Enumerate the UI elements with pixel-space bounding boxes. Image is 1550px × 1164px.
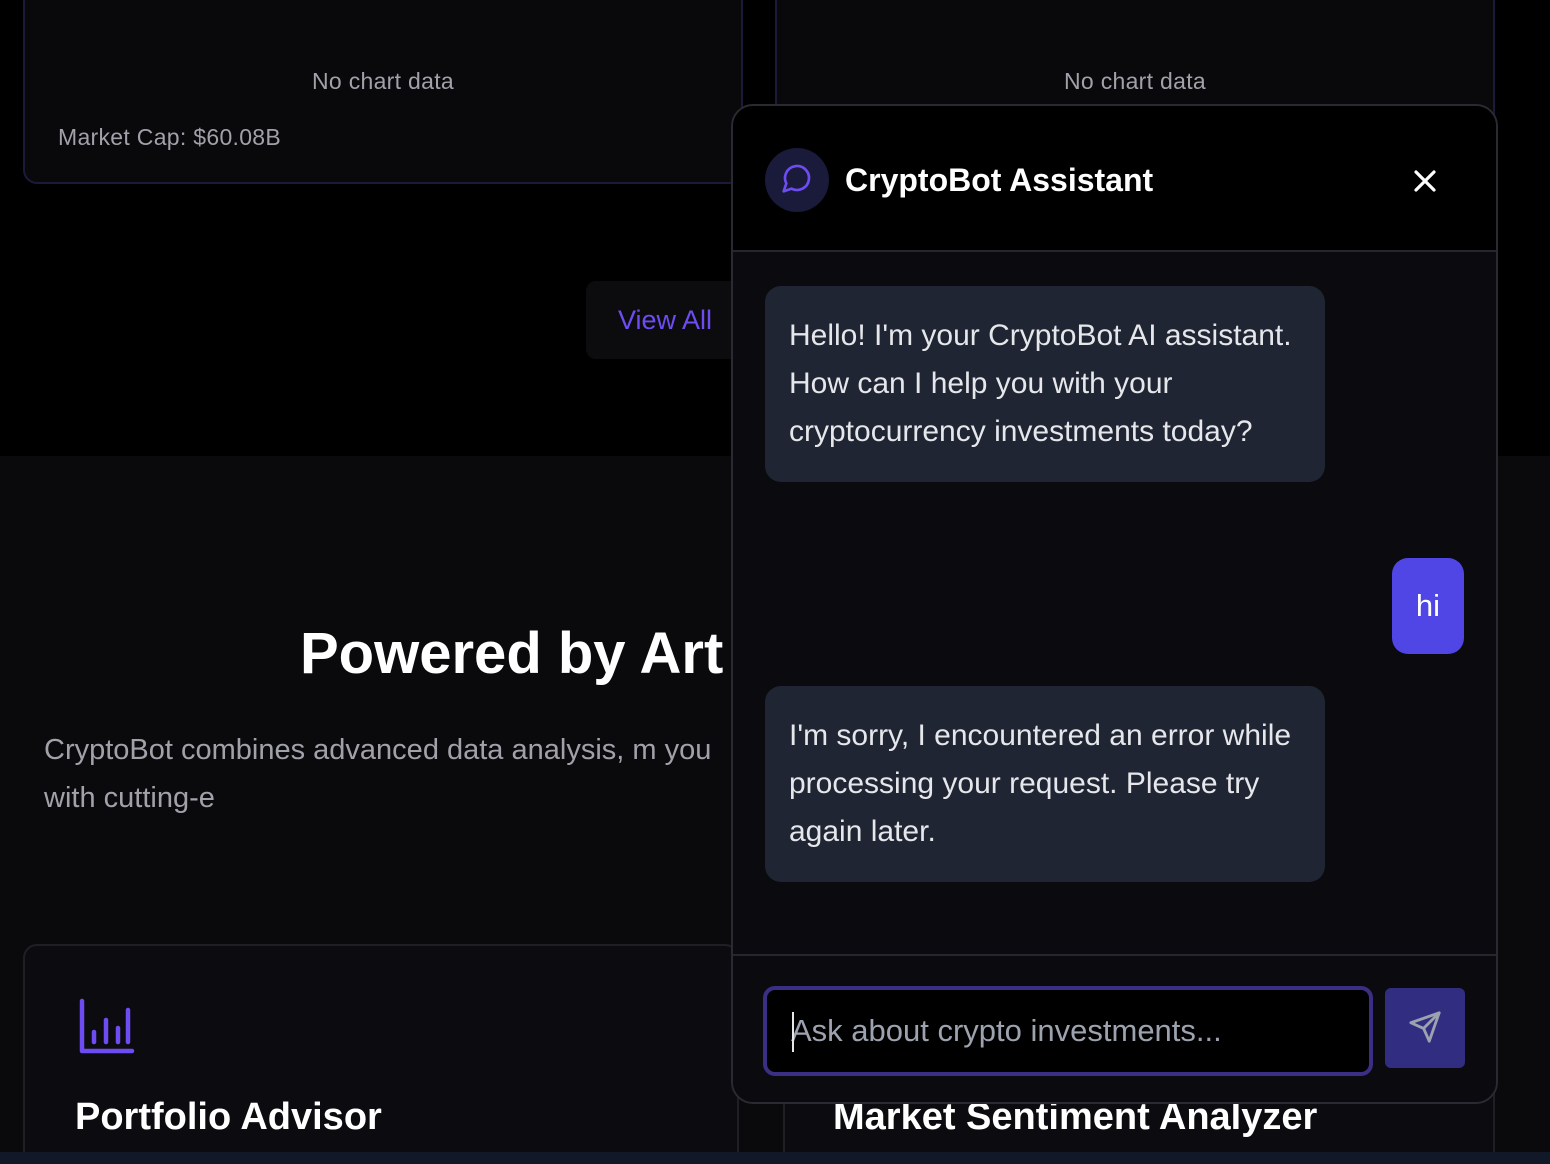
market-cap-value: Market Cap: $60.08B xyxy=(58,124,282,150)
bot-message: Hello! I'm your CryptoBot AI assistant. … xyxy=(765,286,1325,482)
close-icon xyxy=(1412,168,1438,197)
chat-input-bar xyxy=(733,954,1496,1102)
chat-bubble-icon xyxy=(781,162,813,199)
no-chart-message: No chart data xyxy=(1064,68,1206,94)
bot-message: I'm sorry, I encountered an error while … xyxy=(765,686,1325,882)
page: No chart data Market Cap: $60.08B No cha… xyxy=(0,0,1550,1164)
chat-header: CryptoBot Assistant xyxy=(733,106,1496,252)
user-message: hi xyxy=(1391,558,1464,654)
feature-card-title: Portfolio Advisor xyxy=(75,1096,382,1138)
feature-card-portfolio-advisor[interactable]: Portfolio Advisor xyxy=(23,944,739,1164)
chat-title: CryptoBot Assistant xyxy=(845,162,1154,198)
features-title: Powered by Art xyxy=(300,621,724,686)
send-button[interactable] xyxy=(1385,988,1465,1068)
no-chart-message: No chart data xyxy=(312,68,454,94)
bottom-strip xyxy=(0,1152,1550,1164)
message-list[interactable]: Hello! I'm your CryptoBot AI assistant. … xyxy=(733,254,1496,954)
bot-avatar xyxy=(765,148,829,212)
text-caret xyxy=(792,1012,794,1052)
close-button[interactable] xyxy=(1405,162,1445,202)
send-icon xyxy=(1408,1010,1442,1047)
features-description-text: CryptoBot combines advanced data analysi… xyxy=(44,734,712,814)
bar-chart-icon xyxy=(77,998,135,1056)
coin-card[interactable]: No chart data Market Cap: $60.08B xyxy=(23,0,743,184)
chat-panel: CryptoBot Assistant Hello! I'm your Cryp… xyxy=(731,104,1498,1104)
chat-input[interactable] xyxy=(763,986,1373,1076)
